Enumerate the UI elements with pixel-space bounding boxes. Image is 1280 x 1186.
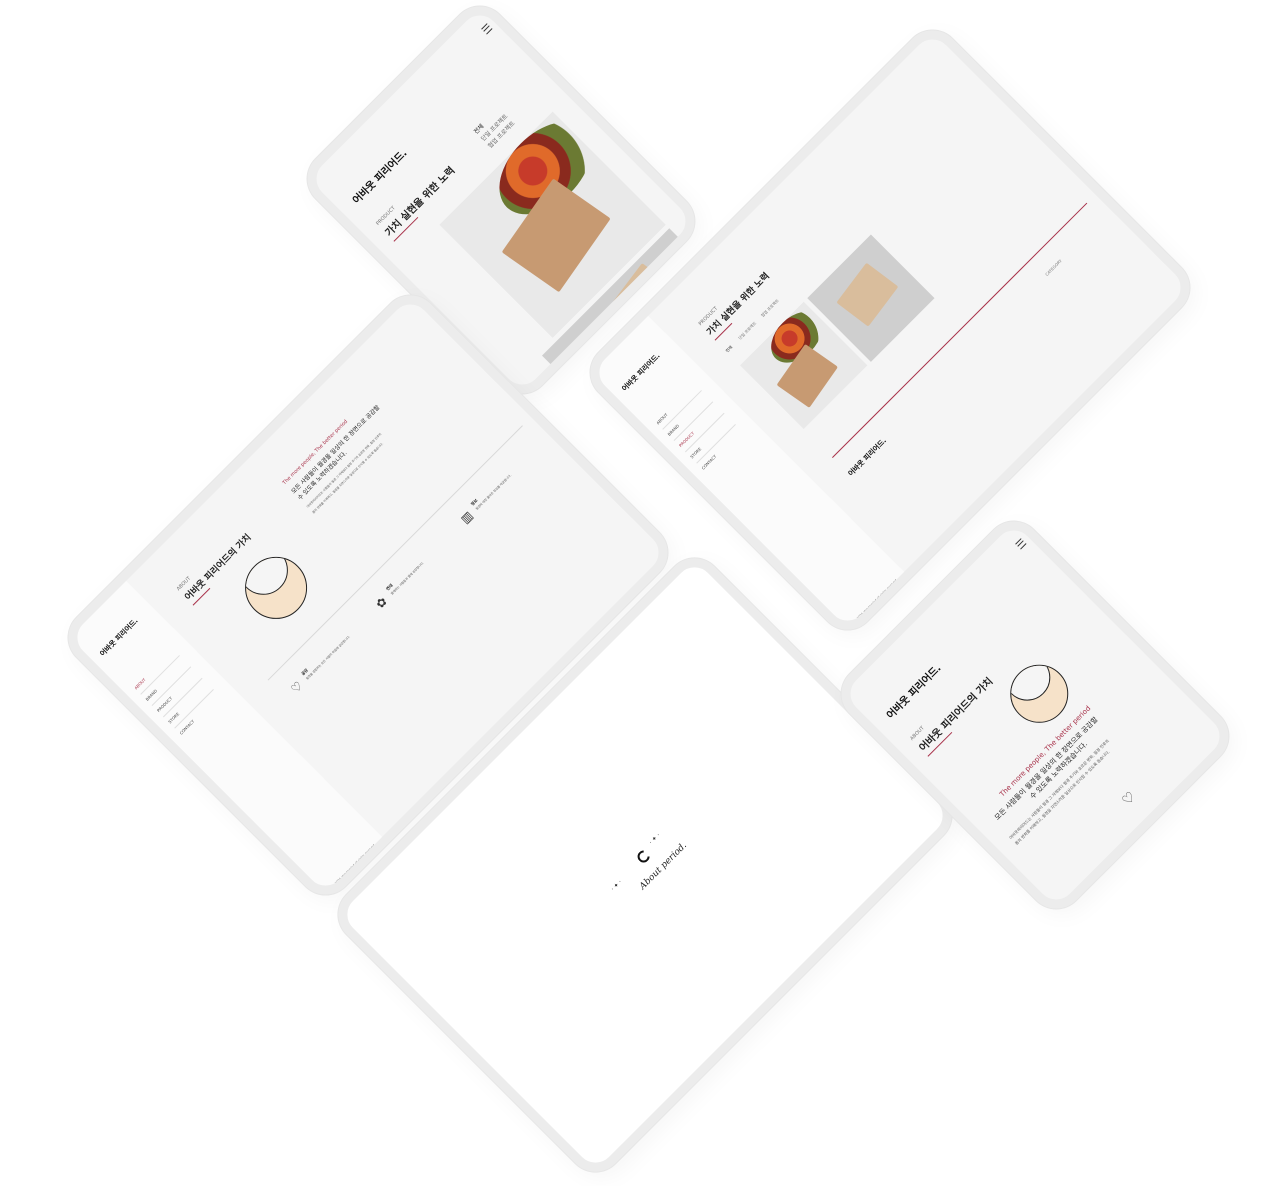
value-desc-1: 월경을 경험하는 모든 사람의 마음에 공감합니다. bbox=[305, 634, 351, 681]
kraft-box-2 bbox=[836, 262, 899, 327]
footer-category-label: CATEGORY bbox=[1044, 258, 1063, 277]
copyright: © 2020 aboutperiod all rights reserved bbox=[853, 578, 898, 623]
footer-logo: 어바웃 피리어드. bbox=[846, 436, 889, 478]
page-title: 가치 실현을 위한 노력 bbox=[705, 271, 772, 338]
stars-decoration-left: · ✦ · bbox=[609, 878, 624, 893]
splash-logo: About period. bbox=[637, 840, 690, 892]
brand-logo[interactable]: 어바웃 피리어드. bbox=[620, 351, 663, 394]
value-desc-2: 함께하는 사람들과 함께 성장합니다. bbox=[389, 560, 425, 596]
brand-logo[interactable]: 어바웃 피리어드. bbox=[882, 660, 943, 721]
tablet-mockup-product: 어바웃 피리어드. ABOUT BRAND PRODUCT STORE CONT… bbox=[578, 18, 1202, 642]
stars-decoration-right: · ✦ · bbox=[647, 832, 662, 846]
menu-icon[interactable] bbox=[481, 23, 493, 35]
divider bbox=[140, 655, 180, 695]
page-title: 어바웃 피리어드의 가치 bbox=[183, 532, 254, 603]
divider bbox=[662, 390, 702, 430]
sidebar: 어바웃 피리어드. ABOUT BRAND PRODUCT STORE CONT… bbox=[69, 580, 395, 907]
flower-icon: ✿ bbox=[372, 594, 390, 612]
menu-icon[interactable] bbox=[1015, 538, 1027, 550]
heart-icon: ♡ bbox=[288, 678, 306, 697]
brand-logo[interactable]: 어바웃 피리어드. bbox=[348, 145, 409, 206]
filter-single[interactable]: 단일 프로젝트 bbox=[737, 321, 758, 342]
brand-logo[interactable]: 어바웃 피리어드. bbox=[98, 616, 141, 659]
filter-all[interactable]: 전체 bbox=[725, 345, 734, 354]
product-photo-flowers[interactable] bbox=[439, 111, 666, 338]
moon-illustration bbox=[232, 544, 320, 632]
splash-moon-icon bbox=[635, 848, 653, 865]
filter-collab[interactable]: 협업 프로젝트 bbox=[760, 298, 781, 319]
books-icon: ▥ bbox=[457, 508, 476, 527]
value-desc-3: 월경에 대한 올바른 정보를 제공합니다. bbox=[474, 473, 513, 511]
heart-icon: ♡ bbox=[1119, 788, 1140, 810]
